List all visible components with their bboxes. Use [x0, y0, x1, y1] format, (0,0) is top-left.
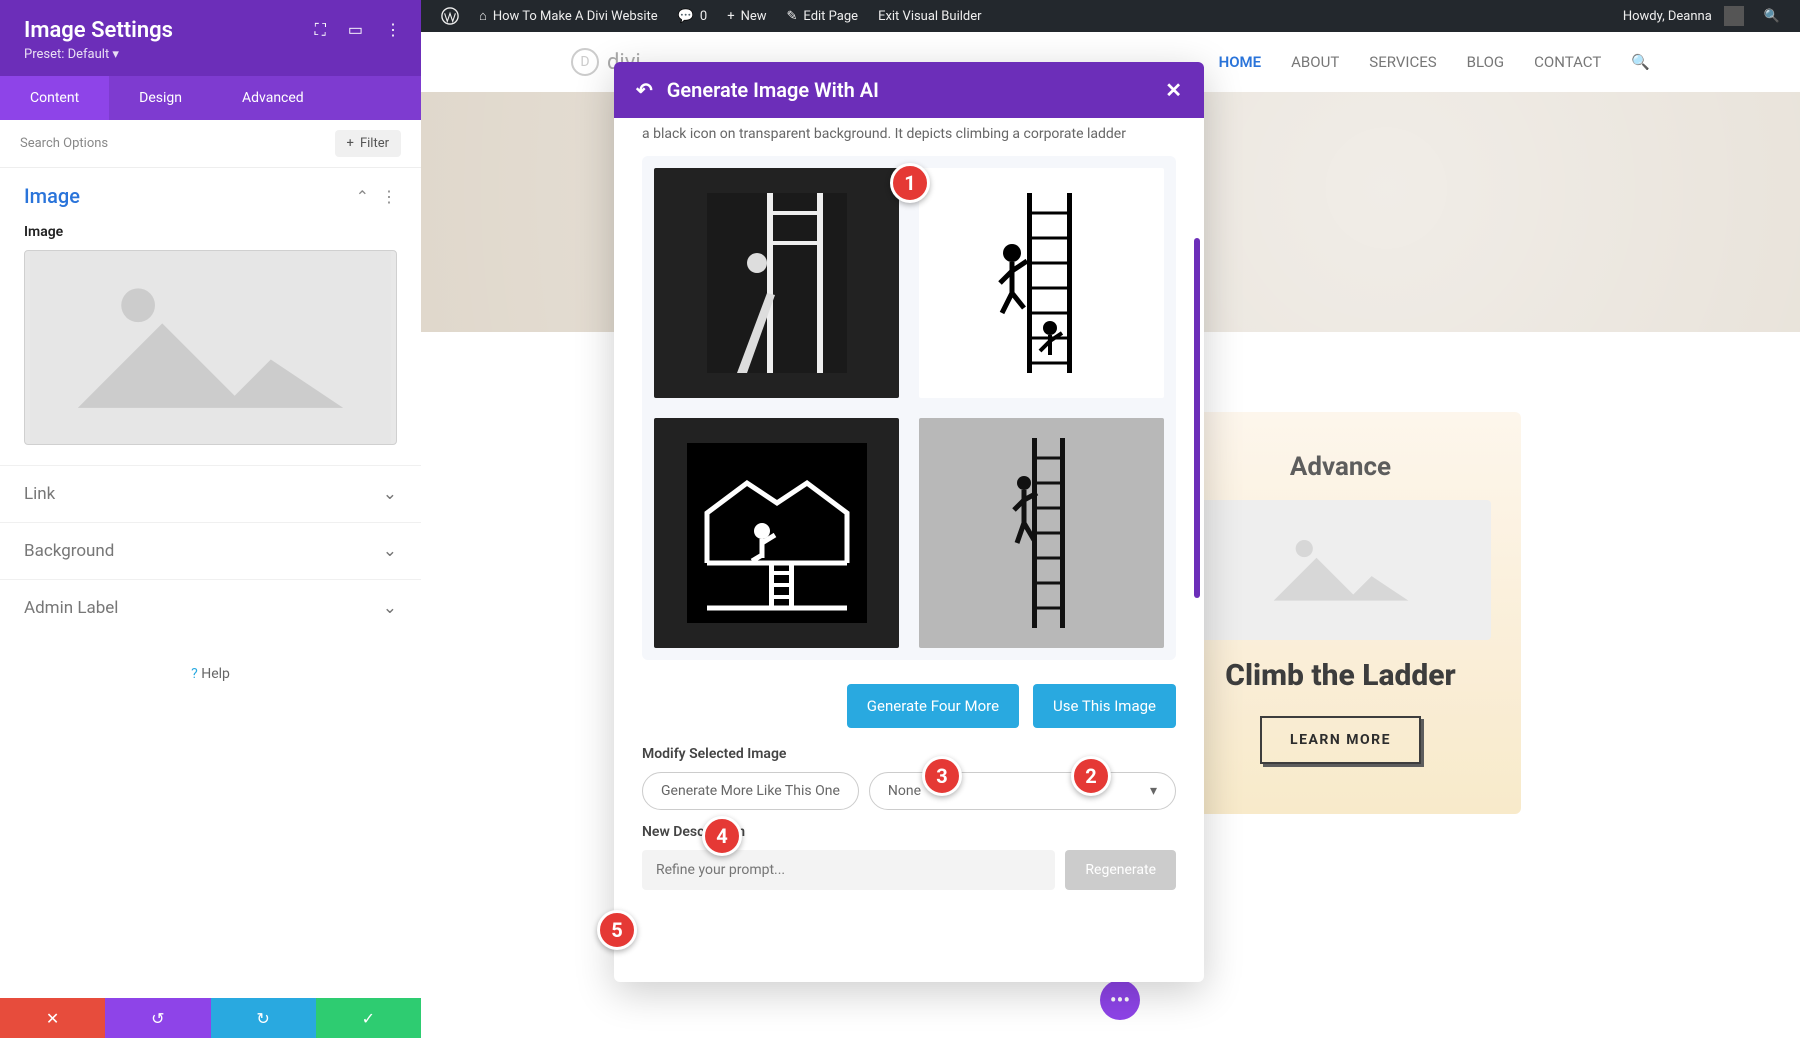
sidebar-header: Image Settings Preset: Default ▾ ⛶ ▭ ⋮: [0, 0, 421, 76]
learn-more-button[interactable]: LEARN MORE: [1260, 716, 1421, 764]
exit-visual-builder-link[interactable]: Exit Visual Builder: [868, 9, 991, 24]
comments-link[interactable]: 💬0: [668, 9, 718, 24]
nav-about[interactable]: ABOUT: [1291, 53, 1339, 71]
preset-selector[interactable]: Preset: Default ▾: [24, 47, 397, 62]
site-name-link[interactable]: ⌂How To Make A Divi Website: [469, 8, 668, 24]
nav-services[interactable]: SERVICES: [1369, 53, 1436, 71]
expand-icon[interactable]: ⛶: [315, 20, 326, 40]
new-content-link[interactable]: +New: [717, 9, 776, 24]
modify-style-select[interactable]: None▾: [869, 772, 1176, 810]
nav-blog[interactable]: BLOG: [1467, 53, 1505, 71]
callout-5: 5: [597, 910, 637, 950]
generated-images-grid: [642, 156, 1176, 660]
modal-header: ↶ Generate Image With AI ✕: [614, 62, 1204, 118]
card-title: Climb the Ladder: [1191, 658, 1491, 694]
generate-four-more-button[interactable]: Generate Four More: [847, 684, 1019, 728]
sidebar-footer: ✕ ↺ ↻ ✓: [0, 998, 421, 1038]
modal-title: Generate Image With AI: [667, 78, 879, 102]
more-icon[interactable]: ⋮: [385, 20, 401, 40]
builder-fab[interactable]: •••: [1100, 980, 1140, 1020]
wp-logo[interactable]: [431, 7, 469, 25]
tab-content[interactable]: Content: [0, 76, 109, 120]
generated-image-3[interactable]: [654, 418, 899, 648]
section-more-icon[interactable]: ⋮: [381, 187, 397, 206]
regenerate-button[interactable]: Regenerate: [1065, 850, 1176, 890]
admin-label-section[interactable]: Admin Label⌄: [0, 579, 421, 636]
search-options-row: Search Options +Filter: [0, 120, 421, 168]
search-icon[interactable]: 🔍: [1754, 9, 1790, 24]
tab-design[interactable]: Design: [109, 76, 212, 120]
prompt-description: a black icon on transparent background. …: [642, 126, 1176, 142]
chevron-down-icon: ▾: [1150, 783, 1157, 799]
generated-image-1[interactable]: [654, 168, 899, 398]
redo-button[interactable]: ↻: [211, 998, 316, 1038]
chevron-down-icon: ⌄: [383, 598, 397, 618]
chevron-down-icon: ⌄: [383, 484, 397, 504]
refine-prompt-input[interactable]: [642, 850, 1055, 890]
nav-search-icon[interactable]: 🔍: [1631, 53, 1650, 71]
undo-button[interactable]: ↺: [105, 998, 210, 1038]
card-advance: Advance Climb the Ladder LEARN MORE: [1161, 412, 1521, 814]
generate-more-like-button[interactable]: Generate More Like This One: [642, 772, 859, 810]
image-section-header[interactable]: Image ⌃⋮: [0, 168, 421, 216]
callout-4: 4: [702, 816, 742, 856]
callout-1: 1: [890, 163, 930, 203]
edit-page-link[interactable]: ✎Edit Page: [777, 9, 869, 24]
user-greeting[interactable]: Howdy, Deanna: [1613, 6, 1754, 26]
link-section[interactable]: Link⌄: [0, 465, 421, 522]
card-image-placeholder: [1191, 500, 1491, 640]
generated-image-2[interactable]: [919, 168, 1164, 398]
tab-advanced[interactable]: Advanced: [212, 76, 334, 120]
save-button[interactable]: ✓: [316, 998, 421, 1038]
cancel-button[interactable]: ✕: [0, 998, 105, 1038]
chevron-down-icon: ⌄: [383, 541, 397, 561]
use-this-image-button[interactable]: Use This Image: [1033, 684, 1176, 728]
callout-2: 2: [1071, 756, 1111, 796]
back-icon[interactable]: ↶: [636, 78, 653, 102]
close-icon[interactable]: ✕: [1165, 78, 1182, 102]
image-preview-placeholder[interactable]: [24, 250, 397, 445]
wp-admin-bar: ⌂How To Make A Divi Website 💬0 +New ✎Edi…: [421, 0, 1800, 32]
help-link[interactable]: ? Help: [0, 636, 421, 712]
nav-home[interactable]: HOME: [1219, 53, 1262, 71]
image-field-label: Image: [0, 216, 421, 250]
card-heading: Advance: [1191, 452, 1491, 482]
settings-tabs: Content Design Advanced: [0, 76, 421, 120]
background-section[interactable]: Background⌄: [0, 522, 421, 579]
chevron-up-icon[interactable]: ⌃: [356, 187, 369, 206]
callout-3: 3: [922, 756, 962, 796]
responsive-icon[interactable]: ▭: [348, 20, 363, 40]
filter-button[interactable]: +Filter: [335, 130, 401, 157]
nav-contact[interactable]: CONTACT: [1534, 53, 1601, 71]
generated-image-4[interactable]: [919, 418, 1164, 648]
search-options-input[interactable]: Search Options: [20, 136, 108, 151]
settings-sidebar: Image Settings Preset: Default ▾ ⛶ ▭ ⋮ C…: [0, 0, 421, 1038]
modal-scrollbar[interactable]: [1194, 238, 1200, 598]
